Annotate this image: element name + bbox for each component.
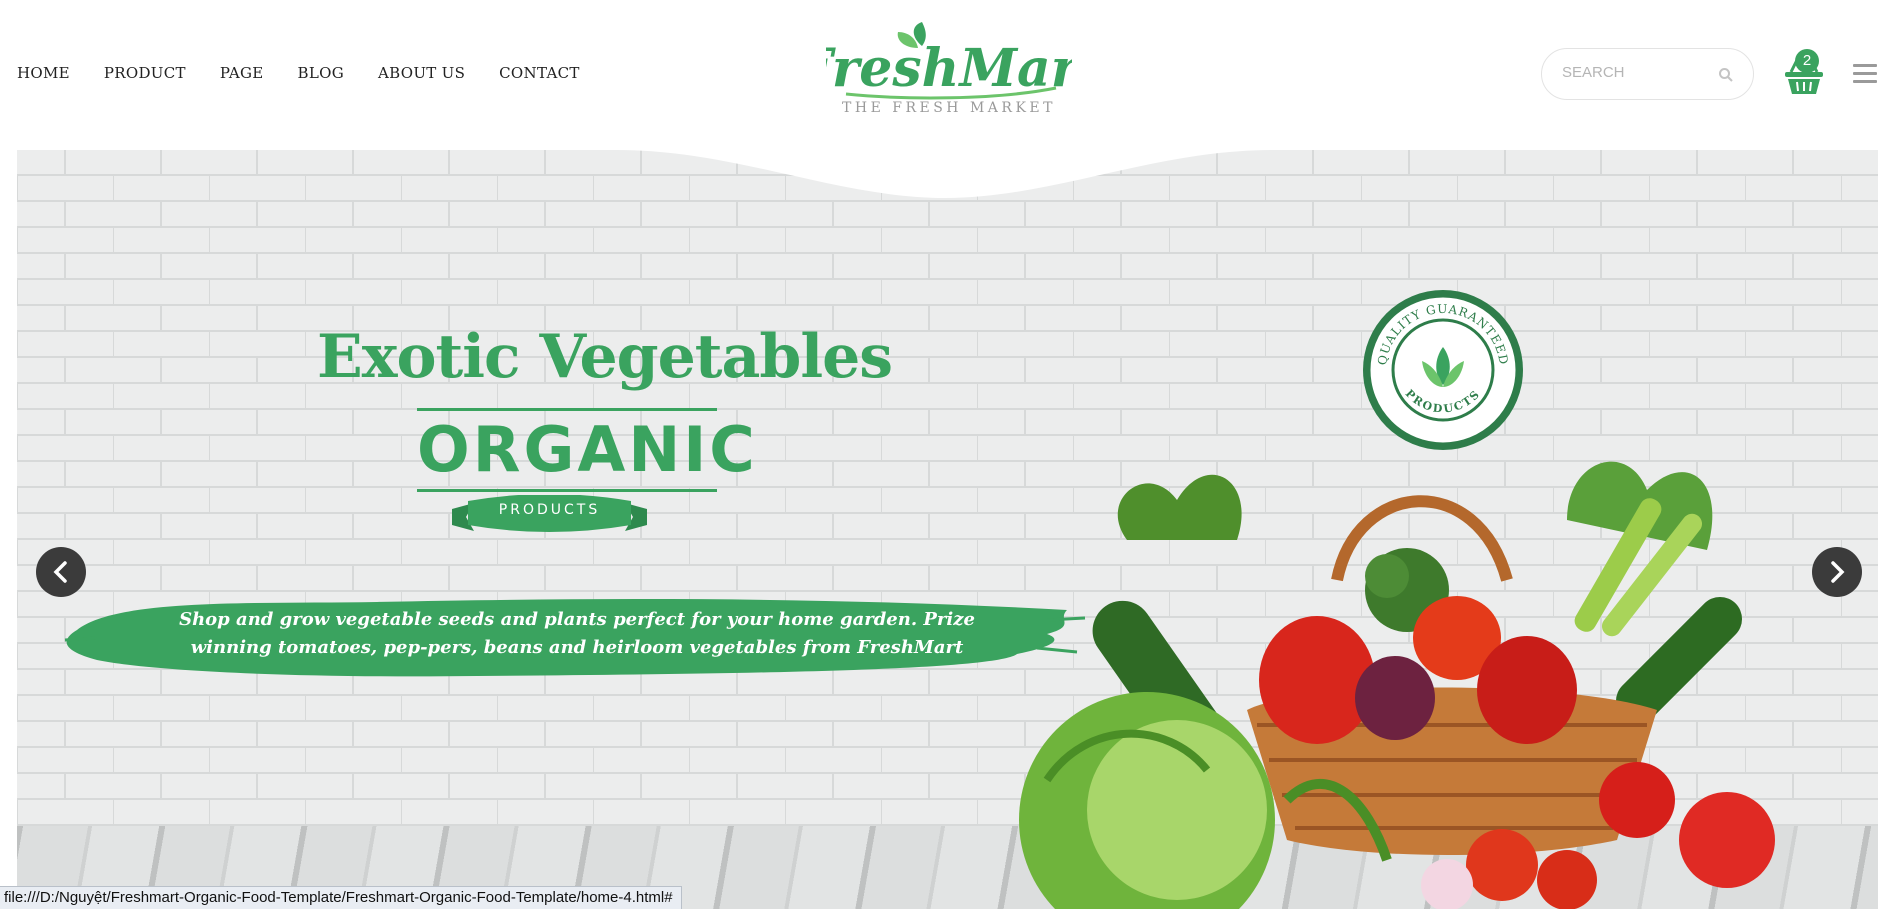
hero-tagline: Shop and grow vegetable seeds and plants… xyxy=(179,609,975,658)
logo-wordmark: FreshMart xyxy=(826,38,1072,99)
quality-guaranteed-badge: QUALITY GUARANTEED PRODUCTS xyxy=(1363,290,1523,450)
organic-stamp: ORGANIC xyxy=(417,408,758,492)
nav-blog[interactable]: BLOG xyxy=(298,64,344,82)
nav-product[interactable]: PRODUCT xyxy=(104,64,186,82)
prev-slide-button[interactable] xyxy=(36,547,86,597)
search-input[interactable] xyxy=(1562,64,1712,81)
site-logo[interactable]: FreshMart THE FRESH MARKET xyxy=(826,22,1072,126)
hero-slider: Exotic Vegetables ORGANIC PRODUCTS Shop … xyxy=(17,150,1878,909)
nav-home[interactable]: HOME xyxy=(17,64,70,82)
vegetable-basket-image xyxy=(1019,461,1775,909)
nav-page[interactable]: PAGE xyxy=(220,64,264,82)
nav-contact[interactable]: CONTACT xyxy=(499,64,580,82)
main-nav: HOME PRODUCT PAGE BLOG ABOUT US CONTACT xyxy=(17,64,614,82)
search-icon[interactable] xyxy=(1718,67,1736,85)
products-ribbon: PRODUCTS xyxy=(452,494,647,549)
chevron-left-icon xyxy=(53,561,67,583)
browser-status-bar: file:///D:/Nguyệt/Freshmart-Organic-Food… xyxy=(0,886,682,909)
chevron-right-icon xyxy=(1831,561,1845,583)
organic-word: ORGANIC xyxy=(417,413,758,486)
logo-tagline: THE FRESH MARKET xyxy=(842,100,1056,116)
freshmart-logo-mark: FreshMart xyxy=(826,22,1072,100)
products-ribbon-text: PRODUCTS xyxy=(498,502,601,518)
search-box xyxy=(1541,48,1754,100)
header-wave-divider xyxy=(617,150,1273,198)
hero-title: Exotic Vegetables xyxy=(317,322,893,392)
cart-count-badge: 2 xyxy=(1795,49,1819,73)
hamburger-menu-icon[interactable] xyxy=(1853,64,1877,84)
cart-button[interactable]: 2 xyxy=(1783,46,1825,96)
site-header: HOME PRODUCT PAGE BLOG ABOUT US CONTACT … xyxy=(0,0,1889,150)
nav-about-us[interactable]: ABOUT US xyxy=(378,64,465,82)
